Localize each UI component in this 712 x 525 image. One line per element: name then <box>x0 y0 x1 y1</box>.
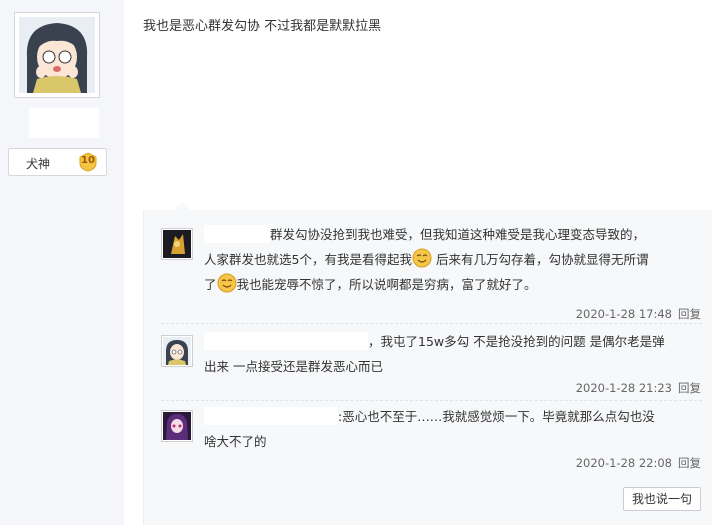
reply-divider <box>161 400 702 401</box>
reply-text: 群发勾协没抢到我也难受，但我知道这种难受是我心理变态导致的， 人家群发也就选5个… <box>204 225 649 293</box>
reply-avatar[interactable] <box>161 228 193 260</box>
reply-time: 2020-1-28 22:08 <box>575 456 672 470</box>
dark-avatar-image <box>163 230 191 258</box>
reply-list: 群发勾协没抢到我也难受，但我知道这种难受是我心理变态导致的， 人家群发也就选5个… <box>143 202 712 525</box>
reply-link[interactable]: 回复 <box>678 307 701 321</box>
reply-username-redacted <box>204 225 270 243</box>
author-avatar[interactable] <box>14 12 100 98</box>
reply-link[interactable]: 回复 <box>678 456 701 470</box>
anime-avatar-image <box>19 17 95 93</box>
reply-time: 2020-1-28 17:48 <box>575 307 672 321</box>
post-content: 我也是恶心群发勾协 不过我都是默默拉黑 <box>143 19 382 34</box>
reply-time: 2020-1-28 21:23 <box>575 381 672 395</box>
purple-anime-avatar-image <box>163 412 191 440</box>
anime-avatar-image <box>163 337 191 365</box>
reply-username-redacted <box>204 407 338 425</box>
reply-username-redacted <box>204 332 368 350</box>
reply-meta: 2020-1-28 21:23 回复 <box>576 380 701 396</box>
reply-divider <box>161 323 702 324</box>
member-title: 犬神 <box>26 157 51 171</box>
reply-meta: 2020-1-28 22:08 回复 <box>576 455 701 471</box>
member-level: 10 <box>81 155 95 166</box>
say-something-button[interactable]: 我也说一句 <box>623 487 701 511</box>
author-sidebar: 犬神 10 <box>0 0 124 525</box>
reply-text: :恶心也不至于……我就感觉烦一下。毕竟就那么点勾也没 啥大不了的 <box>204 407 655 449</box>
reply-text: ，我屯了15w多勾 不是抢没抢到的问题 是偶尔老是弹 出来 一点接受还是群发恶心… <box>204 332 665 374</box>
reply-link[interactable]: 回复 <box>678 381 701 395</box>
smile-emoji-icon <box>217 273 237 293</box>
reply-avatar[interactable] <box>161 335 193 367</box>
author-name-redacted <box>29 108 99 138</box>
member-title-badge[interactable]: 犬神 10 <box>8 148 107 176</box>
reply-meta: 2020-1-28 17:48 回复 <box>576 306 701 322</box>
smile-emoji-icon <box>412 248 432 268</box>
reply-avatar[interactable] <box>161 410 193 442</box>
